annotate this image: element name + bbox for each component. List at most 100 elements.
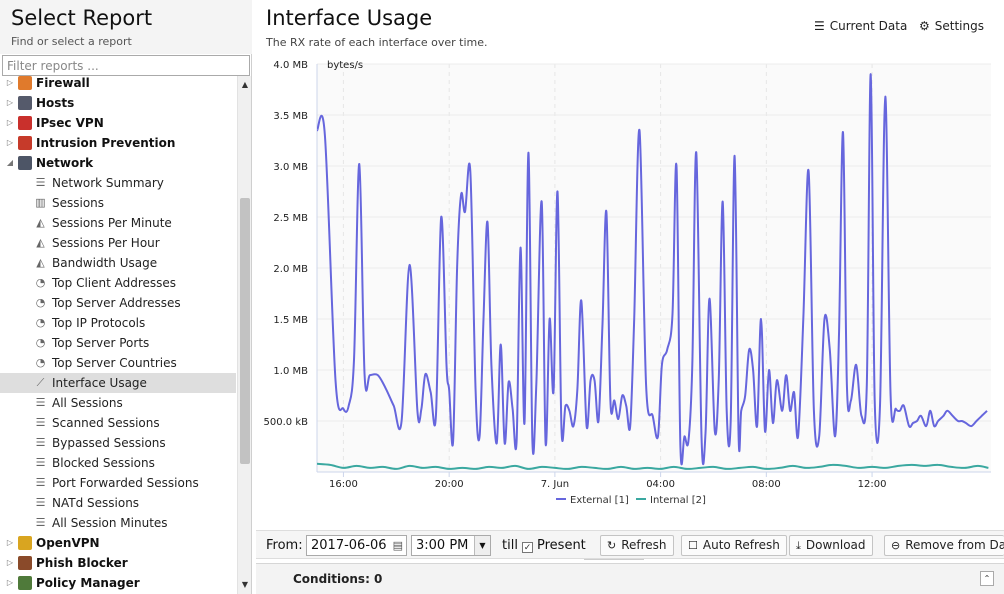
from-time-select[interactable]: 3:00 PM ▼ — [411, 535, 491, 556]
from-date-field[interactable]: 2017-06-06 ▤ — [306, 535, 407, 556]
report-item-top-server-ports[interactable]: ◔ Top Server Ports — [0, 333, 236, 353]
report-item-sessions-per-hour[interactable]: ◭ Sessions Per Hour — [0, 233, 236, 253]
report-item-network-summary[interactable]: ☰ Network Summary — [0, 173, 236, 193]
collapsed-triangle-icon[interactable]: ▷ — [5, 76, 15, 93]
bar-chart-icon: ▥ — [35, 196, 46, 209]
till-label: till — [502, 538, 518, 553]
legend-label: External [1] — [570, 495, 629, 506]
report-item-all-session-minutes[interactable]: ☰ All Session Minutes — [0, 513, 236, 533]
y-tick-label: 3.0 MB — [273, 162, 308, 173]
report-item-label: Scanned Sessions — [52, 416, 160, 430]
list-icon: ☰ — [35, 516, 46, 529]
report-item-top-server-countries[interactable]: ◔ Top Server Countries — [0, 353, 236, 373]
collapsed-triangle-icon[interactable]: ▷ — [5, 553, 15, 573]
report-item-label: Blocked Sessions — [52, 456, 155, 470]
report-selector-subtitle: Find or select a report — [11, 35, 132, 48]
tree-category-phish-blocker[interactable]: ▷ Phish Blocker — [0, 553, 236, 573]
report-description: The RX rate of each interface over time. — [266, 36, 488, 49]
network-icon — [18, 156, 32, 170]
y-tick-label: 2.0 MB — [273, 264, 308, 275]
tree-category-network[interactable]: ◢ Network — [0, 153, 236, 173]
tree-category-label: IPsec VPN — [36, 116, 104, 130]
gear-icon: ⚙ — [919, 19, 930, 33]
checkbox-checked-icon[interactable]: ✓ — [522, 542, 533, 553]
y-tick-label: 1.5 MB — [273, 315, 308, 326]
report-item-label: Top Client Addresses — [52, 276, 177, 290]
refresh-label: Refresh — [621, 538, 667, 552]
collapsed-triangle-icon[interactable]: ▷ — [5, 573, 15, 593]
report-item-label: Bypassed Sessions — [52, 436, 166, 450]
pie-chart-icon: ◔ — [35, 316, 46, 329]
auto-refresh-label: Auto Refresh — [702, 538, 780, 552]
remove-from-dashboard-button[interactable]: ⊖ Remove from Das — [884, 535, 1004, 556]
line-chart-icon: ⟋ — [36, 376, 45, 389]
collapsed-triangle-icon[interactable]: ▷ — [5, 533, 15, 553]
y-tick-label: 3.5 MB — [273, 111, 308, 122]
report-item-scanned-sessions[interactable]: ☰ Scanned Sessions — [0, 413, 236, 433]
report-selector-title: Select Report — [11, 6, 153, 30]
auto-refresh-button[interactable]: ☐ Auto Refresh — [681, 535, 787, 556]
list-icon: ☰ — [35, 496, 46, 509]
report-item-bandwidth-usage[interactable]: ◭ Bandwidth Usage — [0, 253, 236, 273]
scroll-up-arrow-icon[interactable]: ▲ — [238, 78, 252, 92]
report-item-label: Top Server Ports — [52, 336, 150, 350]
report-item-top-ip-protocols[interactable]: ◔ Top IP Protocols — [0, 313, 236, 333]
report-item-blocked-sessions[interactable]: ☰ Blocked Sessions — [0, 453, 236, 473]
pie-chart-icon: ◔ — [35, 356, 46, 369]
report-item-sessions[interactable]: ▥ Sessions — [0, 193, 236, 213]
tree-category-firewall[interactable]: ▷ Firewall — [0, 76, 236, 93]
current-data-label: Current Data — [829, 19, 908, 33]
present-label: Present — [537, 538, 586, 553]
present-checkbox[interactable]: ✓ Present — [522, 536, 586, 557]
policy-manager-icon — [18, 576, 32, 590]
collapsed-triangle-icon[interactable]: ▷ — [5, 133, 15, 153]
report-item-label: Top IP Protocols — [52, 316, 146, 330]
download-button[interactable]: ⤓ Download — [789, 535, 873, 556]
report-title: Interface Usage — [266, 6, 433, 30]
report-tree: ▷ Firewall ▷ Hosts ▷ IPsec VPN ▷ Intrusion Prev… — [0, 76, 236, 594]
area-chart-icon: ◭ — [36, 256, 45, 269]
tree-category-ipsec-vpn[interactable]: ▷ IPsec VPN — [0, 113, 236, 133]
from-time-value: 3:00 PM — [416, 538, 469, 553]
report-item-bypassed-sessions[interactable]: ☰ Bypassed Sessions — [0, 433, 236, 453]
tree-category-intrusion-prevention[interactable]: ▷ Intrusion Prevention — [0, 133, 236, 153]
settings-button[interactable]: ⚙ Settings — [919, 19, 984, 33]
list-icon: ☰ — [35, 476, 46, 489]
report-item-natd-sessions[interactable]: ☰ NATd Sessions — [0, 493, 236, 513]
lock-icon — [18, 116, 32, 130]
tree-category-openvpn[interactable]: ▷ OpenVPN — [0, 533, 236, 553]
collapsed-triangle-icon[interactable]: ▷ — [5, 93, 15, 113]
collapsed-triangle-icon[interactable]: ▷ — [5, 113, 15, 133]
scrollbar-thumb[interactable] — [240, 198, 250, 464]
report-item-label: Port Forwarded Sessions — [52, 476, 199, 490]
y-axis-unit-label: bytes/s — [327, 60, 363, 71]
report-item-label: Top Server Countries — [52, 356, 177, 370]
report-item-port-forwarded-sessions[interactable]: ☰ Port Forwarded Sessions — [0, 473, 236, 493]
expanded-triangle-icon[interactable]: ◢ — [5, 153, 15, 173]
scroll-down-arrow-icon[interactable]: ▼ — [238, 578, 252, 592]
download-icon: ⤓ — [796, 539, 801, 552]
x-tick-label: 04:00 — [646, 479, 675, 490]
tree-category-hosts[interactable]: ▷ Hosts — [0, 93, 236, 113]
report-item-sessions-per-minute[interactable]: ◭ Sessions Per Minute — [0, 213, 236, 233]
refresh-button[interactable]: ↻ Refresh — [600, 535, 674, 556]
pie-chart-icon: ◔ — [35, 276, 46, 289]
current-data-button[interactable]: ☰ Current Data — [814, 19, 907, 33]
report-item-all-sessions[interactable]: ☰ All Sessions — [0, 393, 236, 413]
chevron-down-icon[interactable]: ▼ — [474, 536, 490, 555]
tree-category-policy-manager[interactable]: ▷ Policy Manager — [0, 573, 236, 593]
pie-chart-icon: ◔ — [35, 296, 46, 309]
report-tree-scrollbar[interactable]: ▲ ▼ — [237, 76, 251, 594]
legend-label: Internal [2] — [650, 495, 706, 506]
report-item-interface-usage[interactable]: ⟋ Interface Usage — [0, 373, 236, 393]
report-item-label: Sessions — [52, 196, 105, 210]
y-tick-label: 500.0 kB — [264, 417, 309, 428]
filter-reports-input[interactable] — [2, 55, 250, 76]
expand-up-icon[interactable]: ⌃ — [980, 571, 994, 586]
report-item-top-client-addresses[interactable]: ◔ Top Client Addresses — [0, 273, 236, 293]
report-item-top-server-addresses[interactable]: ◔ Top Server Addresses — [0, 293, 236, 313]
x-tick-label: 7. Jun — [541, 479, 569, 490]
calendar-icon[interactable]: ▤ — [393, 536, 403, 555]
report-item-label: Network Summary — [52, 176, 164, 190]
conditions-bar[interactable]: Conditions: 0 ⌃ — [256, 563, 1004, 594]
